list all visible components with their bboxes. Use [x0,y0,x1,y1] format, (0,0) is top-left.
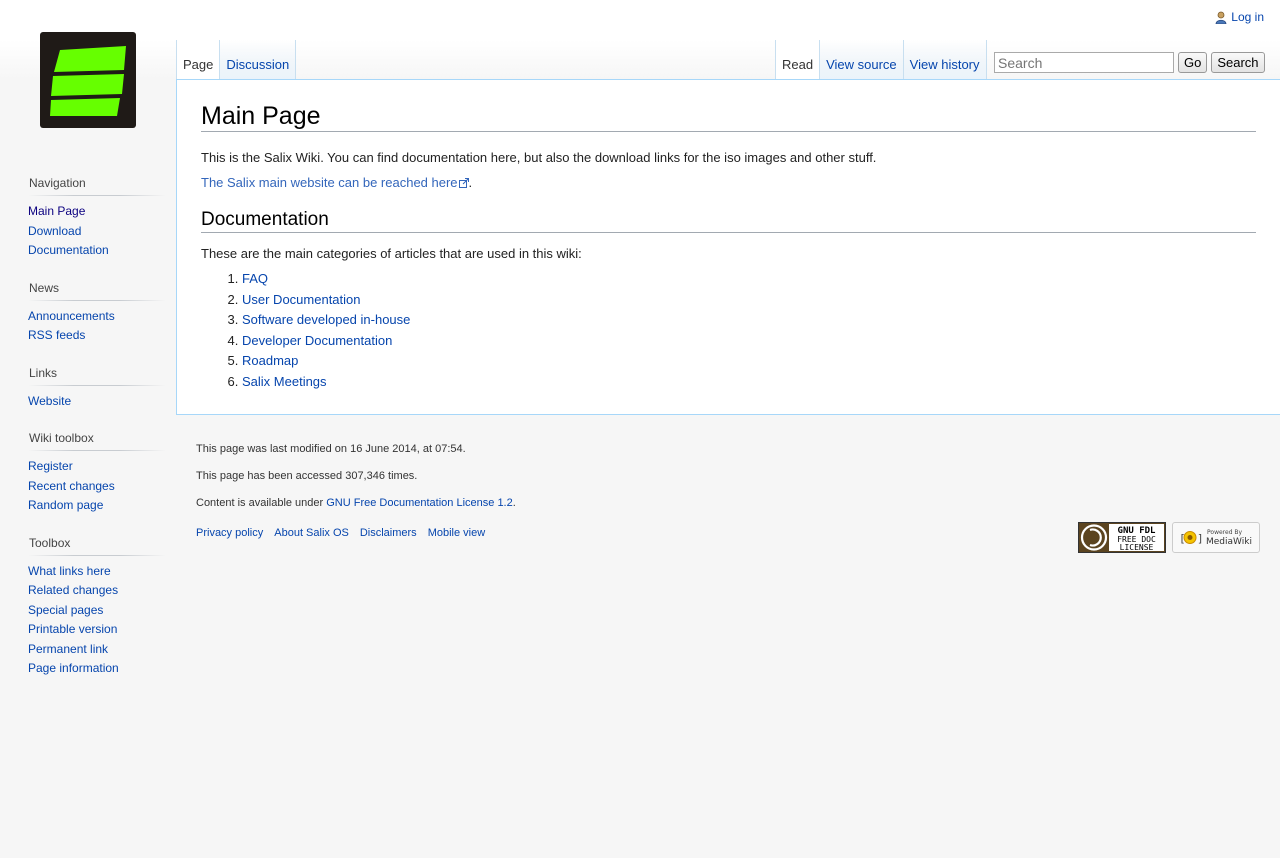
footer-license: Content is available under GNU Free Docu… [196,497,516,509]
section-intro: These are the main categories of article… [201,246,582,261]
category-link-user-documentation[interactable]: User Documentation [242,292,361,307]
gfdl-logo-icon: GNU FDL FREE DOC LICENSE [1080,524,1164,552]
sidebar-item-main-page: Main Page [28,204,86,218]
footer-link-about[interactable]: About Salix OS [274,527,349,539]
portal-title: Links [29,359,165,386]
footer-last-modified: This page was last modified on 16 June 2… [196,443,466,455]
powered-by-mediawiki-badge[interactable]: [ ] Powered By MediaWiki [1172,522,1260,553]
sidebar-item-announcements: Announcements [28,308,115,323]
sidebar-item-register: Register [28,459,73,473]
main-content: Main Page This is the Salix Wiki. You ca… [176,79,1280,415]
sidebar-item-printable-version: Printable version [28,622,118,636]
sidebar-item-recent-changes: Recent changes [28,478,115,493]
portal-title: News [29,274,165,301]
svg-text:LICENSE: LICENSE [1120,543,1154,552]
footer: This page was last modified on 16 June 2… [196,442,1260,553]
portal-title: Navigation [29,170,165,196]
footer-link-mobile-view[interactable]: Mobile view [428,527,485,539]
sidebar: Navigation Main Page Download Documentat… [0,170,176,679]
list-item: Salix Meetings [242,372,1256,393]
sidebar-item-website: Website [28,393,72,408]
sidebar-item-rss-feeds: RSS feeds [28,328,86,342]
search-form: Go Search [994,52,1265,73]
portal-title: Toolbox [29,529,165,556]
login-link[interactable]: Log in [1231,10,1264,24]
sidebar-item-related-changes: Related changes [28,583,119,597]
salix-logo-icon [50,46,126,116]
external-link-icon [458,178,469,188]
tab-view-source[interactable]: View source [819,40,903,80]
sidebar-item-what-links-here: What links here [28,563,111,578]
sidebar-item-page-information: Page information [28,661,119,675]
website-paragraph: The Salix main website can be reached he… [201,175,473,190]
page-title: Main Page [201,102,1256,132]
intro-paragraph: This is the Salix Wiki. You can find doc… [201,150,877,165]
sidebar-item-download: Download [28,223,82,238]
personal-tools: Log in [1215,10,1264,24]
view-tabs: Read View source View history [775,40,987,80]
portal-links: Links Website [28,359,176,412]
section-title-documentation: Documentation [201,208,1256,233]
list-item: Software developed in-house [242,310,1256,331]
website-link[interactable]: The Salix main website can be reached he… [201,175,469,190]
go-button[interactable]: Go [1178,52,1208,73]
mediawiki-logo-icon: [ ] Powered By MediaWiki [1179,529,1252,547]
portal-navigation: Navigation Main Page Download Documentat… [28,170,176,261]
list-item: User Documentation [242,290,1256,311]
footer-link-privacy-policy[interactable]: Privacy policy [196,527,263,539]
category-list: FAQ User Documentation Software develope… [201,269,1256,392]
tab-read[interactable]: Read [775,40,820,80]
list-item: Developer Documentation [242,331,1256,352]
category-link-faq[interactable]: FAQ [242,271,268,286]
namespace-tabs: Page Discussion [176,40,297,80]
category-link-salix-meetings[interactable]: Salix Meetings [242,374,327,389]
license-link[interactable]: GNU Free Documentation License 1.2 [326,497,512,509]
svg-text:Powered By: Powered By [1207,529,1243,536]
gfdl-license-badge[interactable]: GNU FDL FREE DOC LICENSE [1078,522,1166,553]
search-input[interactable] [994,52,1174,73]
portal-title: Wiki toolbox [29,425,165,451]
user-icon [1215,11,1227,24]
footer-icons: GNU FDL FREE DOC LICENSE [ ] Powered By … [1078,522,1260,553]
footer-link-disclaimers[interactable]: Disclaimers [360,527,417,539]
sidebar-item-special-pages: Special pages [28,602,104,617]
site-logo[interactable] [40,32,136,128]
sidebar-item-documentation: Documentation [28,243,109,257]
tab-view-history[interactable]: View history [902,40,987,80]
sidebar-item-permanent-link: Permanent link [28,641,109,656]
category-link-developer-documentation[interactable]: Developer Documentation [242,333,392,348]
footer-places: Privacy policy About Salix OS Disclaimer… [196,527,485,539]
svg-text:MediaWiki: MediaWiki [1206,537,1252,547]
svg-text:]: ] [1197,532,1204,545]
sidebar-item-random-page: Random page [28,498,104,512]
portal-news: News Announcements RSS feeds [28,274,176,346]
tab-page[interactable]: Page [176,40,220,80]
list-item: Roadmap [242,351,1256,372]
list-item: FAQ [242,269,1256,290]
portal-toolbox: Toolbox What links here Related changes … [28,529,176,679]
tab-discussion[interactable]: Discussion [219,40,297,80]
footer-view-count: This page has been accessed 307,346 time… [196,470,418,482]
portal-wiki-toolbox: Wiki toolbox Register Recent changes Ran… [28,425,176,516]
category-link-software-in-house[interactable]: Software developed in-house [242,312,410,327]
search-button[interactable]: Search [1211,52,1265,73]
category-link-roadmap[interactable]: Roadmap [242,353,298,368]
